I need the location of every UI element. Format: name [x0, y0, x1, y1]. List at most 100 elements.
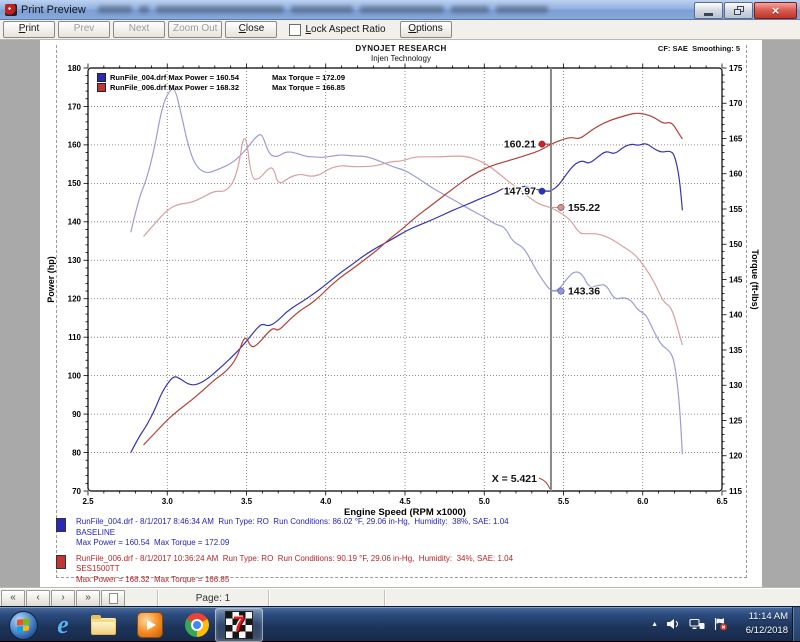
cursor-marker-value: 155.22 — [568, 202, 600, 214]
svg-text:6.0: 6.0 — [637, 497, 649, 506]
cursor-x-label: X = 5.421 — [492, 473, 537, 485]
minimize-icon — [704, 13, 713, 16]
page-setup-button[interactable] — [101, 590, 125, 607]
svg-text:180: 180 — [68, 64, 82, 73]
status-cell — [384, 590, 685, 606]
page-indicator: Page: 1 — [157, 590, 268, 606]
run-max-line: Max Power = 168.32 Max Torque = 166.85 — [76, 575, 513, 586]
y-axis-left-title: Power (hp) — [46, 256, 56, 303]
first-page-button[interactable]: « — [1, 590, 25, 607]
cursor-marker-value: 160.21 — [504, 139, 536, 151]
action-center-flag-icon[interactable] — [713, 617, 728, 631]
next-page-button[interactable]: › — [51, 590, 75, 607]
blurred-title-path — [98, 6, 548, 13]
svg-text:2.5: 2.5 — [82, 497, 94, 506]
close-preview-button[interactable]: Close — [225, 21, 277, 38]
volume-icon[interactable] — [666, 618, 681, 630]
next-button[interactable]: Next — [113, 21, 165, 38]
svg-text:160: 160 — [68, 141, 82, 150]
svg-text:6.5: 6.5 — [716, 497, 728, 506]
show-desktop-button[interactable] — [792, 607, 800, 641]
legend-row-baseline: RunFile_004.drf Max Power = 160.54 Max T… — [97, 72, 345, 82]
cursor-marker — [558, 288, 564, 294]
curve-runfile-004-drf-power — [131, 144, 683, 453]
toolbar: Print Prev Next Zoom Out Close Lock Aspe… — [0, 20, 800, 40]
internet-explorer-icon[interactable]: e — [50, 612, 76, 637]
svg-text:175: 175 — [729, 64, 743, 73]
chart-subtitle: Injen Technology — [40, 54, 762, 63]
restore-button[interactable] — [724, 2, 753, 19]
svg-text:3.0: 3.0 — [162, 497, 174, 506]
svg-text:155: 155 — [729, 205, 743, 214]
curve-runfile-004-drf-torque — [131, 89, 683, 455]
svg-text:5.5: 5.5 — [558, 497, 570, 506]
svg-text:130: 130 — [68, 256, 82, 265]
cursor-marker-value: 147.97 — [504, 186, 536, 198]
titlebar[interactable]: Print Preview × — [0, 0, 800, 20]
network-icon[interactable] — [689, 618, 705, 630]
run-name: SES1500TT — [76, 564, 513, 575]
dynojet-winpep-taskbar-button[interactable]: 7 — [215, 608, 263, 642]
start-button[interactable] — [9, 611, 38, 640]
legend-torque-text: Max Torque = 172.09 — [272, 73, 345, 82]
svg-text:115: 115 — [729, 487, 742, 496]
svg-text:170: 170 — [68, 102, 82, 111]
close-window-button[interactable]: × — [754, 2, 797, 19]
zoom-out-button[interactable]: Zoom Out — [168, 21, 222, 38]
run-info-block: RunFile_004.drf - 8/1/2017 8:46:34 AM Ru… — [56, 517, 513, 590]
chrome-icon[interactable] — [184, 612, 210, 637]
dynojet-winpep-icon: 7 — [225, 611, 253, 639]
taskbar-clock[interactable]: 11:14 AM 6/12/2018 — [746, 610, 788, 638]
clock-time: 11:14 AM — [746, 610, 788, 624]
status-cell — [268, 590, 384, 606]
run-info-baseline: RunFile_004.drf - 8/1/2017 8:46:34 AM Ru… — [56, 517, 513, 549]
media-player-icon[interactable] — [137, 612, 163, 637]
legend-power-text: RunFile_004.drf Max Power = 160.54 — [110, 73, 272, 82]
print-preview-area: 7080901001101201301401501601701801151201… — [0, 40, 800, 588]
windows-explorer-icon[interactable] — [90, 612, 116, 637]
lock-aspect-ratio-checkbox-group[interactable]: Lock Aspect Ratio — [289, 24, 385, 36]
show-hidden-icons-button[interactable]: ▲ — [651, 621, 658, 628]
prev-button[interactable]: Prev — [58, 21, 110, 38]
svg-text:145: 145 — [729, 275, 743, 284]
svg-text:90: 90 — [72, 410, 81, 419]
svg-text:120: 120 — [68, 295, 82, 304]
lock-aspect-ratio-checkbox[interactable] — [289, 24, 301, 36]
run-conditions-line: RunFile_004.drf - 8/1/2017 8:46:34 AM Ru… — [76, 517, 509, 528]
legend-power-text: RunFile_006.drf Max Power = 168.32 — [110, 83, 272, 92]
svg-text:135: 135 — [729, 346, 743, 355]
curve-runfile-006-drf-torque — [144, 139, 683, 346]
svg-text:4.0: 4.0 — [320, 497, 332, 506]
svg-text:140: 140 — [68, 218, 82, 227]
document-icon — [109, 593, 118, 604]
run-swatch-red — [56, 555, 66, 569]
svg-text:160: 160 — [729, 170, 743, 179]
svg-text:120: 120 — [729, 452, 743, 461]
print-button[interactable]: Print — [3, 21, 55, 38]
run-conditions-line: RunFile_006.drf - 8/1/2017 10:36:24 AM R… — [76, 554, 513, 565]
cursor-marker — [558, 204, 564, 210]
legend-torque-text: Max Torque = 166.85 — [272, 83, 345, 92]
window-title: Print Preview — [21, 4, 86, 16]
svg-text:165: 165 — [729, 134, 743, 143]
cursor-marker-value: 143.36 — [568, 286, 600, 298]
svg-text:170: 170 — [729, 99, 743, 108]
prev-page-button[interactable]: ‹ — [26, 590, 50, 607]
run-max-line: Max Power = 160.54 Max Torque = 172.09 — [76, 538, 509, 549]
legend-swatch-red — [97, 83, 106, 92]
dyno-chart-svg: 7080901001101201301401501601701801151201… — [40, 40, 762, 588]
app-icon — [5, 4, 17, 16]
svg-text:5.0: 5.0 — [479, 497, 491, 506]
close-icon: × — [772, 4, 780, 17]
svg-text:70: 70 — [72, 487, 81, 496]
options-button[interactable]: Options — [400, 21, 452, 38]
svg-text:100: 100 — [68, 371, 82, 380]
minimize-button[interactable] — [694, 2, 723, 19]
svg-text:130: 130 — [729, 381, 743, 390]
svg-text:150: 150 — [729, 240, 743, 249]
run-info-intake: RunFile_006.drf - 8/1/2017 10:36:24 AM R… — [56, 554, 513, 586]
legend-row-intake: RunFile_006.drf Max Power = 168.32 Max T… — [97, 82, 345, 92]
last-page-button[interactable]: » — [76, 590, 100, 607]
cursor-marker — [539, 188, 545, 194]
svg-text:125: 125 — [729, 416, 743, 425]
